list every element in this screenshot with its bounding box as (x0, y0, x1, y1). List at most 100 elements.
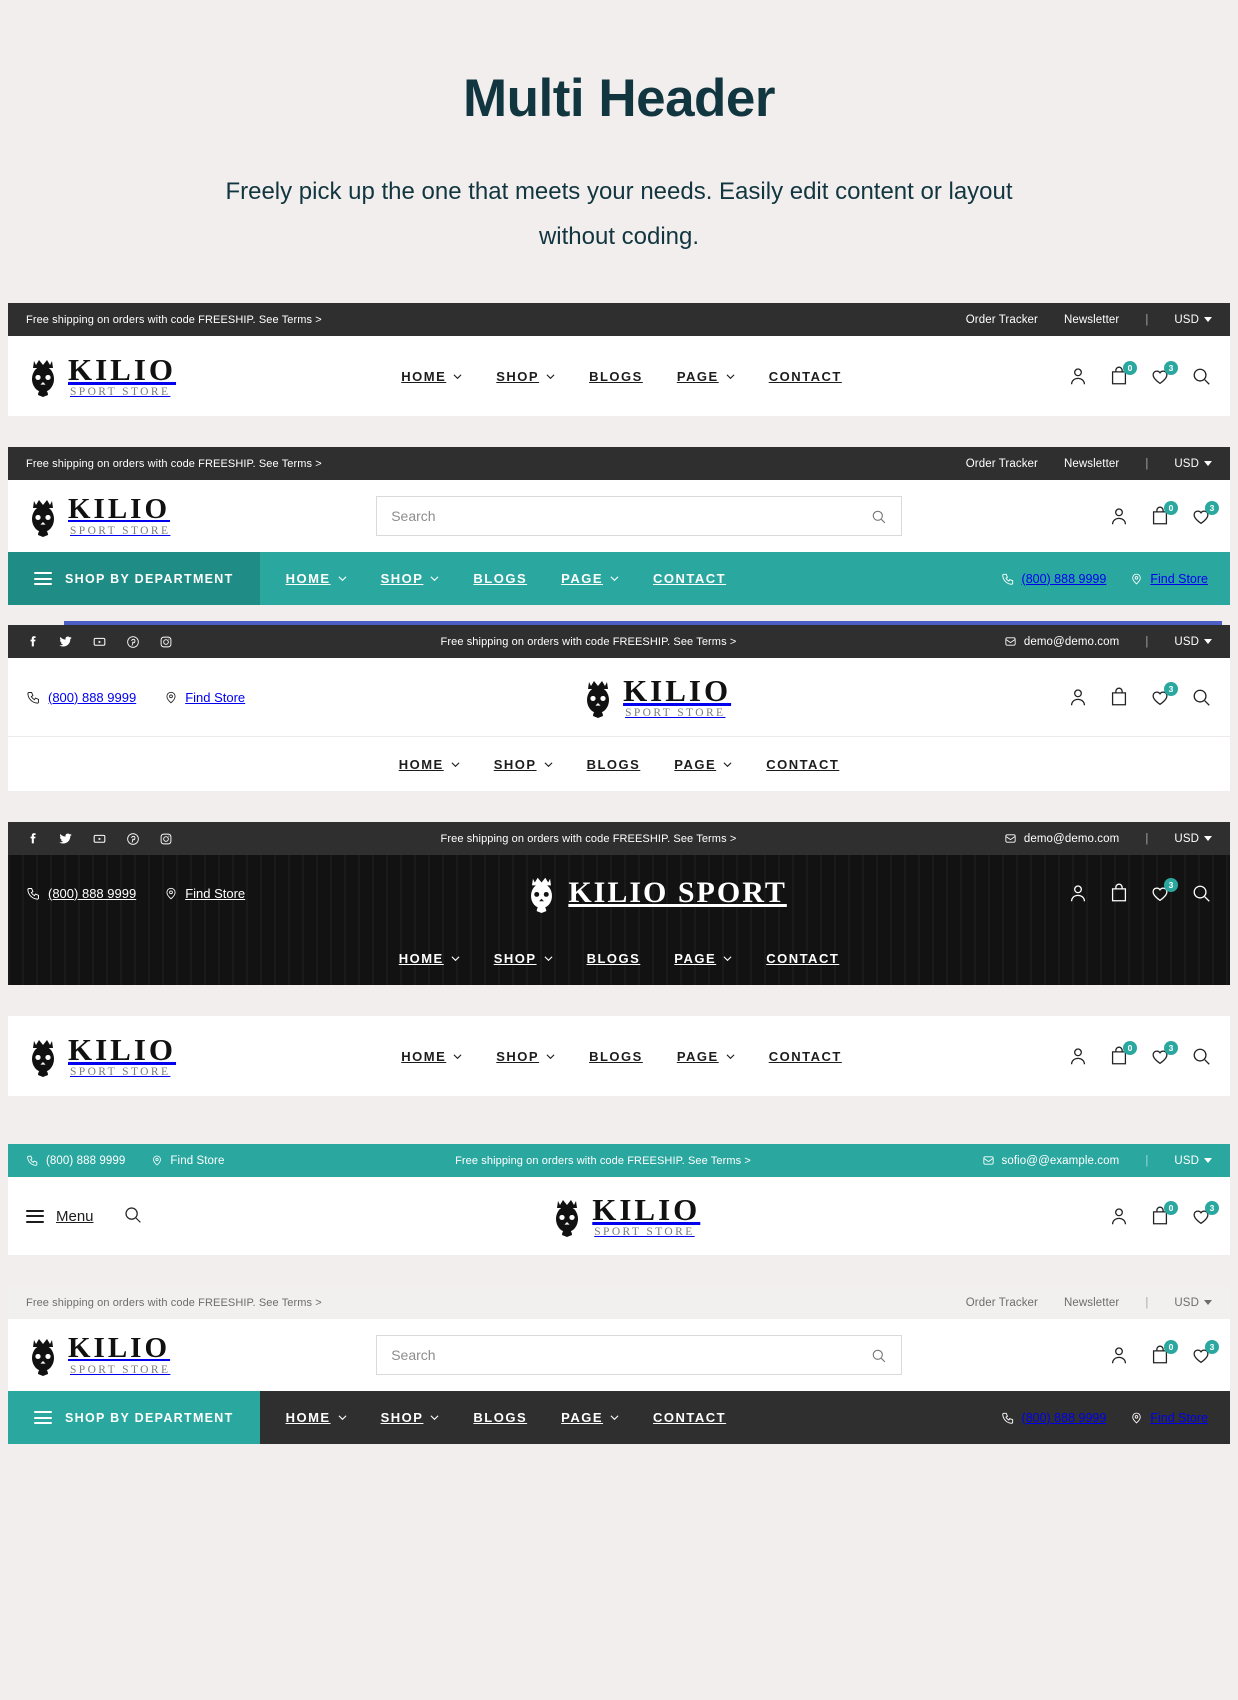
facebook-icon[interactable] (26, 831, 39, 846)
find-store-link[interactable]: Find Store (164, 886, 245, 901)
instagram-icon[interactable] (159, 832, 173, 846)
youtube-icon[interactable] (92, 831, 107, 846)
shop-by-department-button[interactable]: SHOP BY DEPARTMENT (8, 1391, 260, 1445)
nav-item-page[interactable]: PAGE (561, 571, 619, 586)
find-store-link[interactable]: Find Store (151, 1154, 224, 1167)
order-tracker-link[interactable]: Order Tracker (966, 1297, 1038, 1309)
search-icon[interactable] (1190, 365, 1212, 387)
email-link[interactable]: sofio@@example.com (982, 1154, 1120, 1167)
newsletter-link[interactable]: Newsletter (1064, 1297, 1119, 1309)
cart-icon[interactable]: 0 (1149, 1340, 1179, 1366)
account-icon[interactable] (1108, 1205, 1130, 1227)
account-icon[interactable] (1108, 505, 1130, 527)
search-icon[interactable] (870, 1347, 887, 1364)
promo-text[interactable]: Free shipping on orders with code FREESH… (26, 458, 322, 470)
nav-item-page[interactable]: PAGE (561, 1410, 619, 1425)
nav-item-contact[interactable]: CONTACT (653, 1410, 726, 1425)
search-input[interactable] (391, 1347, 871, 1364)
nav-item-home[interactable]: HOME (401, 369, 462, 384)
wishlist-icon[interactable]: 3 (1190, 1201, 1219, 1227)
nav-item-home[interactable]: HOME (399, 757, 460, 772)
search-icon[interactable] (1190, 882, 1212, 904)
nav-item-page[interactable]: PAGE (674, 757, 732, 772)
search-icon[interactable] (122, 1204, 143, 1228)
nav-item-page[interactable]: PAGE (677, 1049, 735, 1064)
nav-item-shop[interactable]: SHOP (496, 369, 555, 384)
nav-item-page[interactable]: PAGE (677, 369, 735, 384)
account-icon[interactable] (1067, 365, 1089, 387)
search-box[interactable] (376, 1335, 903, 1376)
cart-icon[interactable] (1108, 686, 1130, 708)
phone-link[interactable]: (800) 888 9999 (26, 690, 136, 705)
promo-text[interactable]: Free shipping on orders with code FREESH… (26, 1297, 322, 1309)
find-store-link[interactable]: Find Store (164, 690, 245, 705)
phone-link[interactable]: (800) 888 9999 (1001, 572, 1106, 586)
promo-text[interactable]: Free shipping on orders with code FREESH… (26, 314, 322, 326)
cart-icon[interactable]: 0 (1108, 1041, 1137, 1067)
nav-item-blogs[interactable]: BLOGS (587, 757, 641, 772)
newsletter-link[interactable]: Newsletter (1064, 458, 1119, 470)
nav-item-contact[interactable]: CONTACT (653, 571, 726, 586)
nav-item-blogs[interactable]: BLOGS (589, 1049, 643, 1064)
search-box[interactable] (376, 496, 903, 537)
wishlist-icon[interactable]: 3 (1190, 1340, 1220, 1366)
cart-icon[interactable]: 0 (1149, 501, 1179, 527)
promo-text[interactable]: Free shipping on orders with code FREESH… (455, 1155, 751, 1167)
nav-item-blogs[interactable]: BLOGS (473, 1410, 527, 1425)
currency-selector[interactable]: USD (1174, 458, 1212, 470)
phone-link[interactable]: (800) 888 9999 (26, 1154, 125, 1167)
nav-item-contact[interactable]: CONTACT (769, 369, 842, 384)
logo[interactable]: KILIO SPORT STORE (550, 1194, 700, 1239)
nav-item-blogs[interactable]: BLOGS (473, 571, 527, 586)
nav-item-blogs[interactable]: BLOGS (587, 951, 641, 966)
phone-link[interactable]: (800) 888 9999 (26, 886, 136, 901)
currency-selector[interactable]: USD (1174, 1155, 1213, 1167)
newsletter-link[interactable]: Newsletter (1064, 314, 1119, 326)
account-icon[interactable] (1108, 1344, 1130, 1366)
email-link[interactable]: demo@demo.com (1004, 635, 1119, 648)
nav-item-home[interactable]: HOME (399, 951, 460, 966)
currency-selector[interactable]: USD (1174, 314, 1212, 326)
logo[interactable]: KILIO SPORT STORE (26, 494, 170, 538)
promo-text[interactable]: Free shipping on orders with code FREESH… (441, 833, 737, 845)
nav-item-shop[interactable]: SHOP (381, 571, 440, 586)
nav-item-page[interactable]: PAGE (674, 951, 732, 966)
menu-button[interactable]: Menu (26, 1206, 94, 1226)
search-icon[interactable] (1190, 1045, 1212, 1067)
order-tracker-link[interactable]: Order Tracker (966, 458, 1038, 470)
account-icon[interactable] (1067, 686, 1089, 708)
nav-item-contact[interactable]: CONTACT (769, 1049, 842, 1064)
wishlist-icon[interactable]: 3 (1190, 501, 1220, 527)
logo[interactable]: KILIO SPORT STORE (581, 675, 731, 720)
nav-item-shop[interactable]: SHOP (381, 1410, 440, 1425)
nav-item-contact[interactable]: CONTACT (766, 757, 839, 772)
shop-by-department-button[interactable]: SHOP BY DEPARTMENT (8, 552, 260, 606)
logo[interactable]: KILIO SPORT (525, 873, 787, 914)
currency-selector[interactable]: USD (1174, 1297, 1212, 1309)
find-store-link[interactable]: Find Store (1130, 1411, 1208, 1425)
order-tracker-link[interactable]: Order Tracker (966, 314, 1038, 326)
account-icon[interactable] (1067, 1045, 1089, 1067)
nav-item-contact[interactable]: CONTACT (766, 951, 839, 966)
twitter-icon[interactable] (58, 634, 73, 649)
find-store-link[interactable]: Find Store (1130, 572, 1208, 586)
cart-icon[interactable]: 0 (1149, 1201, 1178, 1227)
wishlist-icon[interactable]: 3 (1149, 361, 1178, 387)
wishlist-icon[interactable]: 3 (1149, 878, 1178, 904)
promo-text[interactable]: Free shipping on orders with code FREESH… (441, 636, 737, 648)
wishlist-icon[interactable]: 3 (1149, 682, 1178, 708)
pinterest-icon[interactable] (126, 635, 140, 649)
currency-selector[interactable]: USD (1174, 833, 1213, 845)
instagram-icon[interactable] (159, 635, 173, 649)
wishlist-icon[interactable]: 3 (1149, 1041, 1178, 1067)
pinterest-icon[interactable] (126, 832, 140, 846)
nav-item-shop[interactable]: SHOP (494, 757, 553, 772)
nav-item-blogs[interactable]: BLOGS (589, 369, 643, 384)
cart-icon[interactable]: 0 (1108, 361, 1137, 387)
youtube-icon[interactable] (92, 634, 107, 649)
logo[interactable]: KILIO SPORT STORE (26, 1034, 176, 1079)
facebook-icon[interactable] (26, 634, 39, 649)
search-input[interactable] (391, 508, 871, 525)
search-icon[interactable] (1190, 686, 1212, 708)
currency-selector[interactable]: USD (1174, 636, 1213, 648)
